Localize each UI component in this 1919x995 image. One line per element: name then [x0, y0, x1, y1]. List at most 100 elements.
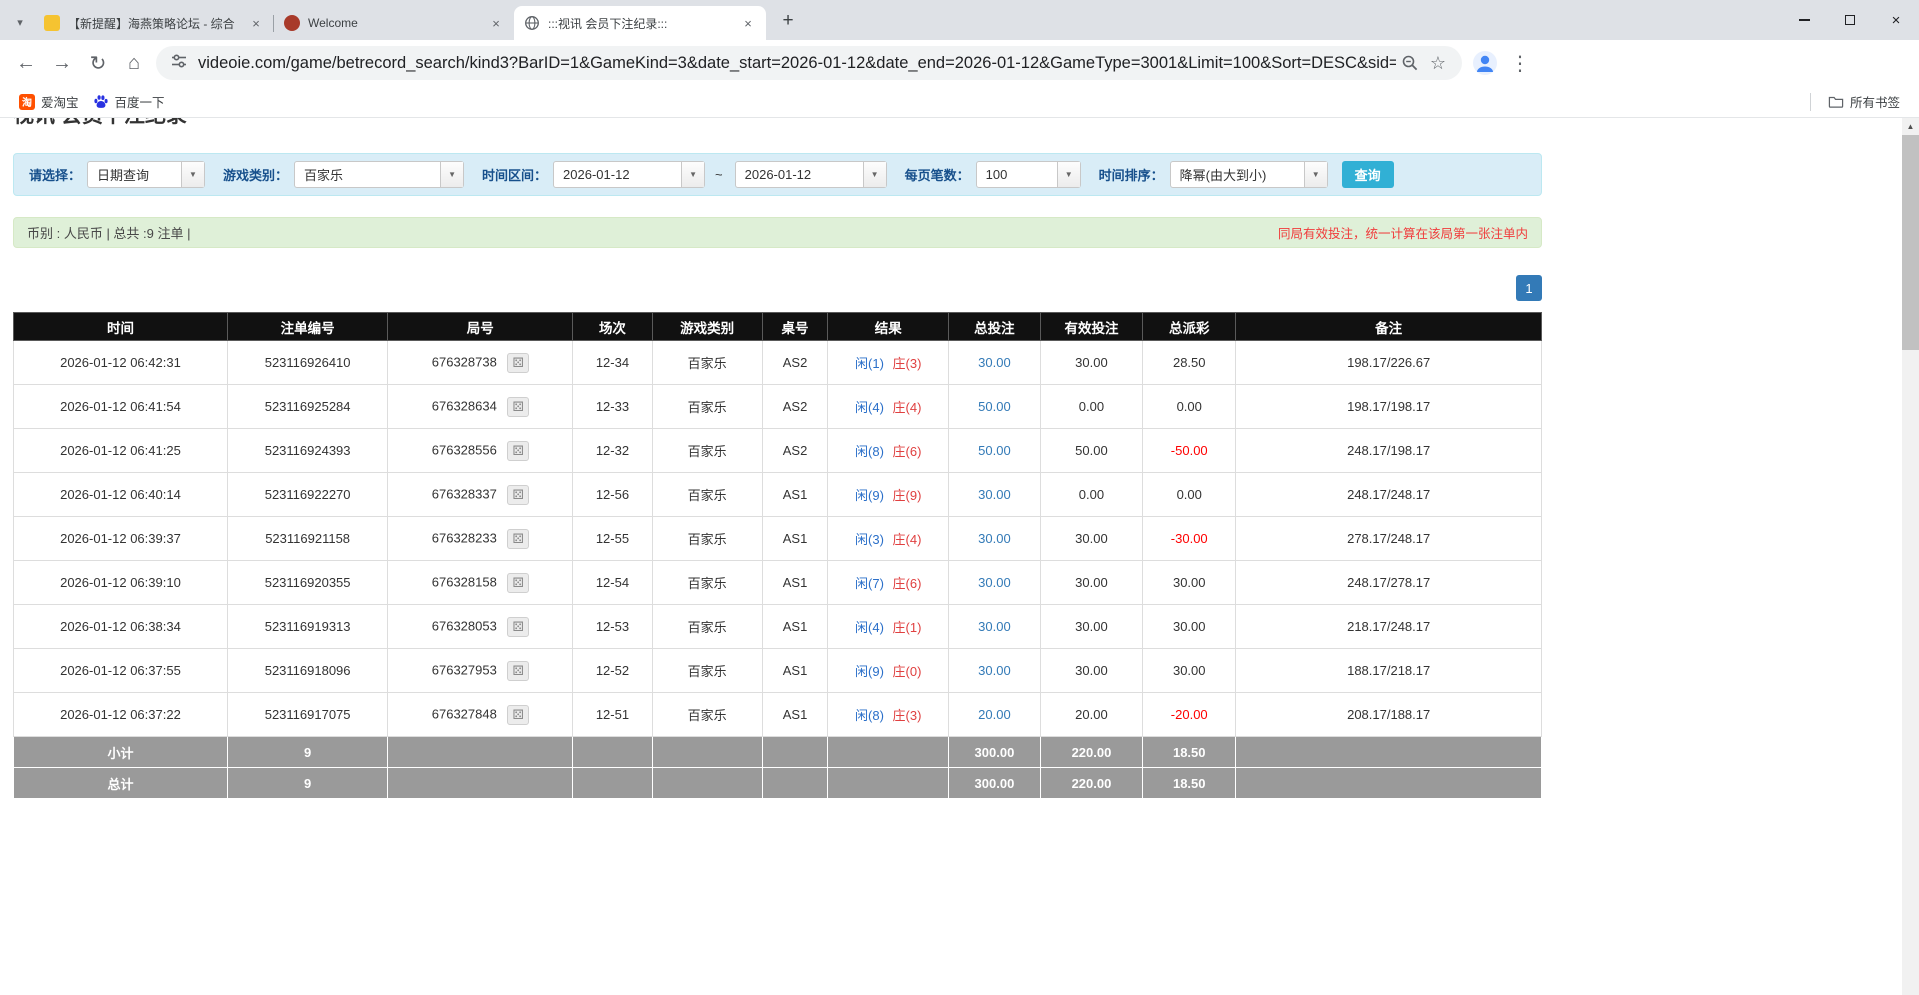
baidu-paw-icon [93, 94, 109, 110]
close-window-button[interactable]: × [1873, 0, 1919, 40]
cell-time: 2026-01-12 06:37:22 [14, 693, 228, 737]
game-result-icon[interactable]: ⚄ [507, 573, 528, 593]
bookmark-label: 百度一下 [115, 92, 165, 111]
game-result-icon[interactable]: ⚄ [507, 353, 528, 373]
game-type-select[interactable]: 百家乐 ▼ [294, 161, 464, 188]
profile-avatar[interactable] [1468, 46, 1502, 80]
maximize-button[interactable] [1827, 0, 1873, 40]
total-bet-link[interactable]: 30.00 [978, 531, 1011, 546]
sort-order-value: 降幂(由大到小) [1171, 162, 1304, 187]
date-range-label: 时间区间： [482, 165, 547, 184]
date-start-select[interactable]: 2026-01-12 ▼ [553, 161, 705, 188]
round-number: 676328233 [432, 530, 497, 545]
round-number: 676328158 [432, 574, 497, 589]
total-bet-link[interactable]: 30.00 [978, 575, 1011, 590]
table-row: 2026-01-12 06:38:34 523116919313 6763280… [14, 605, 1542, 649]
cell-time: 2026-01-12 06:39:10 [14, 561, 228, 605]
game-result-icon[interactable]: ⚄ [507, 397, 528, 417]
total-bet-link[interactable]: 50.00 [978, 443, 1011, 458]
cell-note: 248.17/278.17 [1236, 561, 1542, 605]
new-tab-button[interactable]: + [774, 7, 802, 35]
bookmark-baidu[interactable]: 百度一下 [86, 89, 172, 114]
globe-icon [524, 15, 540, 31]
search-button[interactable]: 查询 [1342, 161, 1394, 188]
empty-cell [388, 768, 573, 799]
cell-total-bet: 30.00 [949, 561, 1041, 605]
cell-payout: 0.00 [1143, 473, 1236, 517]
total-bet-link[interactable]: 50.00 [978, 399, 1011, 414]
refresh-button[interactable]: ↻ [80, 45, 116, 81]
cell-bet-id: 523116922270 [227, 473, 387, 517]
cell-bet-id: 523116921158 [227, 517, 387, 561]
zoom-icon[interactable] [1396, 49, 1424, 77]
browser-tab-betrecord[interactable]: :::视讯 会员下注纪录::: × [514, 6, 766, 40]
home-icon: ⌂ [128, 52, 140, 75]
result-player: 闲(9) [855, 488, 884, 503]
cell-payout: -30.00 [1143, 517, 1236, 561]
address-bar[interactable]: videoie.com/game/betrecord_search/kind3?… [156, 46, 1462, 80]
cell-session: 12-52 [573, 649, 652, 693]
bookmark-taobao[interactable]: 淘 爱淘宝 [12, 89, 86, 114]
total-bet-link[interactable]: 30.00 [978, 663, 1011, 678]
game-result-icon[interactable]: ⚄ [507, 485, 528, 505]
game-type-value: 百家乐 [295, 162, 440, 187]
forward-button[interactable]: → [44, 45, 80, 81]
tab-close-button[interactable]: × [248, 15, 264, 31]
cell-total-bet: 30.00 [949, 605, 1041, 649]
bookmark-star-icon[interactable]: ☆ [1424, 49, 1452, 77]
query-type-select[interactable]: 日期查询 ▼ [87, 161, 205, 188]
empty-cell [573, 768, 652, 799]
result-player: 闲(1) [855, 356, 884, 371]
scroll-up-arrow-icon[interactable]: ▲ [1902, 118, 1919, 135]
site-settings-icon[interactable] [170, 52, 188, 75]
browser-tab-welcome[interactable]: Welcome × [274, 6, 514, 40]
per-page-select[interactable]: 100 ▼ [976, 161, 1081, 188]
game-result-icon[interactable]: ⚄ [507, 529, 528, 549]
game-result-icon[interactable]: ⚄ [507, 705, 528, 725]
cell-valid-bet: 0.00 [1040, 385, 1142, 429]
minimize-icon [1799, 19, 1810, 21]
bookmarks-divider [1810, 93, 1811, 111]
game-result-icon[interactable]: ⚄ [507, 661, 528, 681]
total-bet-link[interactable]: 20.00 [978, 707, 1011, 722]
table-row: 2026-01-12 06:41:54 523116925284 6763286… [14, 385, 1542, 429]
cell-session: 12-51 [573, 693, 652, 737]
browser-tab-forum[interactable]: 【新提醒】海燕策略论坛 - 综合 × [34, 6, 274, 40]
home-button[interactable]: ⌂ [116, 45, 152, 81]
game-result-icon[interactable]: ⚄ [507, 617, 528, 637]
cell-table: AS2 [762, 385, 828, 429]
kebab-menu-icon: ⋮ [1510, 51, 1530, 76]
col-table: 桌号 [762, 313, 828, 341]
round-number: 676328053 [432, 618, 497, 633]
subtotal-valid-bet: 220.00 [1040, 737, 1142, 768]
tab-close-button[interactable]: × [488, 15, 504, 31]
page-scrollbar[interactable]: ▲ [1902, 118, 1919, 995]
total-bet-link[interactable]: 30.00 [978, 355, 1011, 370]
browser-menu-button[interactable]: ⋮ [1502, 45, 1538, 81]
cell-game-type: 百家乐 [652, 693, 762, 737]
pagination: 1 [13, 275, 1542, 301]
per-page-label: 每页笔数： [905, 165, 970, 184]
cell-table: AS1 [762, 473, 828, 517]
empty-cell [1236, 768, 1542, 799]
cell-time: 2026-01-12 06:41:25 [14, 429, 228, 473]
welcome-favicon [284, 15, 300, 31]
total-bet-link[interactable]: 30.00 [978, 487, 1011, 502]
date-end-select[interactable]: 2026-01-12 ▼ [735, 161, 887, 188]
round-number: 676328337 [432, 486, 497, 501]
col-time: 时间 [14, 313, 228, 341]
total-bet-link[interactable]: 30.00 [978, 619, 1011, 634]
cell-session: 12-53 [573, 605, 652, 649]
back-button[interactable]: ← [8, 45, 44, 81]
all-bookmarks-button[interactable]: 所有书签 [1821, 89, 1907, 114]
sort-order-select[interactable]: 降幂(由大到小) ▼ [1170, 161, 1328, 188]
tab-search-button[interactable]: ▾ [8, 8, 32, 36]
tab-close-button[interactable]: × [740, 15, 756, 31]
game-result-icon[interactable]: ⚄ [507, 441, 528, 461]
page-number-button[interactable]: 1 [1516, 275, 1542, 301]
minimize-button[interactable] [1781, 0, 1827, 40]
result-banker: 庄(1) [893, 620, 922, 635]
cell-bet-id: 523116925284 [227, 385, 387, 429]
cell-bet-id: 523116919313 [227, 605, 387, 649]
scrollbar-thumb[interactable] [1902, 135, 1919, 350]
